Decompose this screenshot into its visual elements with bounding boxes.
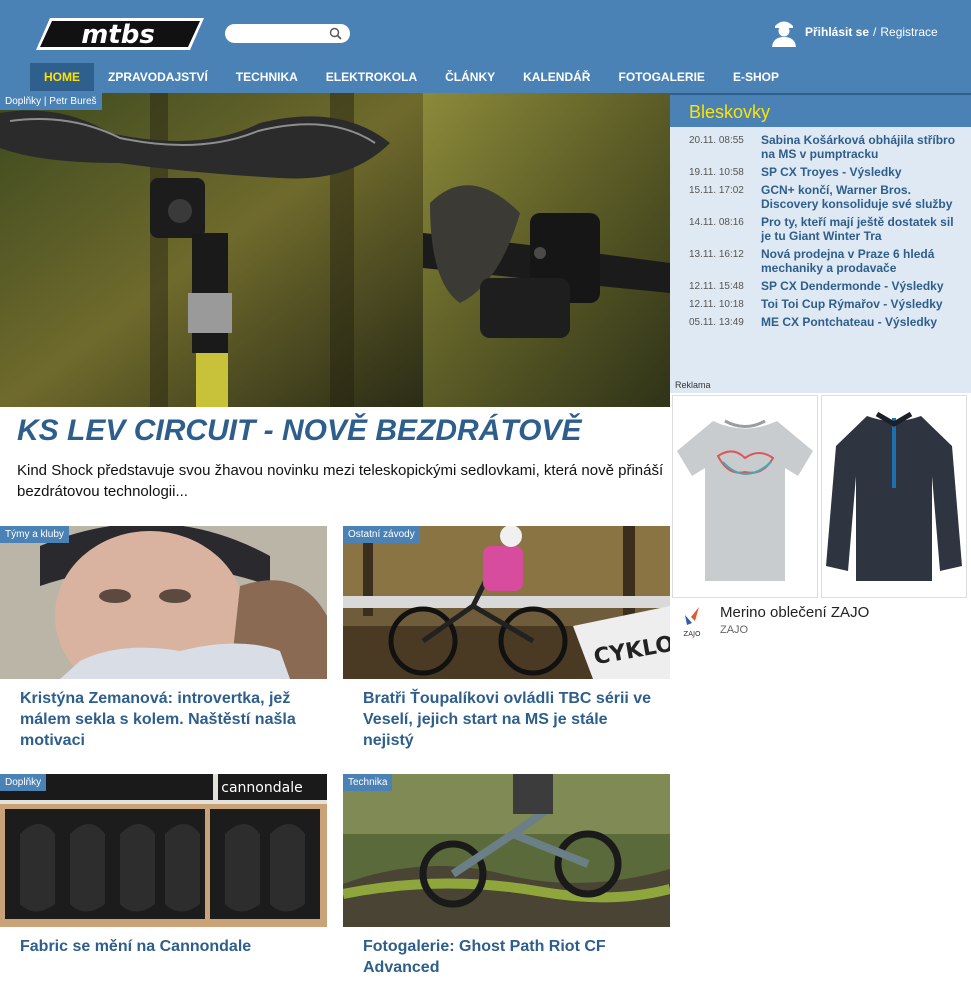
article-category-tag[interactable]: Ostatní závody bbox=[343, 526, 420, 543]
article-card[interactable]: Týmy a kluby Kristýna Zemanová: introver… bbox=[0, 526, 327, 751]
zajo-logo[interactable]: ZAJO bbox=[679, 603, 705, 639]
news-link[interactable]: GCN+ končí, Warner Bros. Discovery konso… bbox=[761, 183, 965, 211]
login-link[interactable]: Přihlásit se bbox=[805, 25, 869, 39]
article-card[interactable]: Technika Fotogalerie: Ghost Path Riot CF… bbox=[343, 774, 670, 978]
news-link[interactable]: SP CX Troyes - Výsledky bbox=[761, 165, 902, 179]
news-link[interactable]: Pro ty, kteří mají ještě dostatek sil je… bbox=[761, 215, 965, 243]
svg-text:ZAJO: ZAJO bbox=[683, 630, 701, 638]
article-title[interactable]: Kristýna Zemanová: introvertka, jež mále… bbox=[20, 688, 317, 751]
search-input[interactable] bbox=[233, 26, 325, 41]
user-icon[interactable] bbox=[768, 16, 800, 48]
news-date: 05.11. 13:49 bbox=[689, 317, 744, 328]
ad-brand: ZAJO bbox=[720, 624, 749, 636]
article-card[interactable]: Doplňky cannondale Fabric se mění na Can… bbox=[0, 774, 327, 957]
news-date: 20.11. 08:55 bbox=[689, 135, 744, 146]
news-link[interactable]: Nová prodejna v Praze 6 hledá mechaniky … bbox=[761, 247, 965, 275]
hero-title[interactable]: KS LEV CIRCUIT - NOVĚ BEZDRÁTOVĚ bbox=[17, 414, 582, 448]
svg-text:mtbs: mtbs bbox=[81, 20, 155, 50]
news-link[interactable]: ME CX Pontchateau - Výsledky bbox=[761, 315, 937, 329]
news-flash-sidebar: Bleskovky 20.11. 08:55 Sabina Košárková … bbox=[670, 93, 971, 393]
hero-image[interactable] bbox=[0, 93, 670, 407]
ad-label: Reklama bbox=[675, 380, 711, 390]
register-link[interactable]: Registrace bbox=[880, 25, 937, 39]
news-link[interactable]: Toi Toi Cup Rýmařov - Výsledky bbox=[761, 297, 943, 311]
news-date: 14.11. 08:16 bbox=[689, 217, 744, 228]
nav-item-kalendar[interactable]: KALENDÁŘ bbox=[509, 63, 604, 91]
nav-item-technika[interactable]: TECHNIKA bbox=[222, 63, 312, 91]
list-item[interactable]: 12.11. 10:18 Toi Toi Cup Rýmařov - Výsle… bbox=[670, 297, 971, 311]
ad-banner[interactable] bbox=[672, 393, 969, 599]
search-box bbox=[225, 24, 350, 43]
article-image[interactable]: Technika bbox=[343, 774, 670, 927]
login-separator: / bbox=[873, 25, 877, 39]
list-item[interactable]: 13.11. 16:12 Nová prodejna v Praze 6 hle… bbox=[670, 247, 971, 275]
news-date: 15.11. 17:02 bbox=[689, 185, 744, 196]
news-date: 13.11. 16:12 bbox=[689, 249, 744, 260]
news-link[interactable]: SP CX Dendermonde - Výsledky bbox=[761, 279, 944, 293]
main-nav: HOME ZPRAVODAJSTVÍ TECHNIKA ELEKTROKOLA … bbox=[30, 63, 793, 91]
list-item[interactable]: 14.11. 08:16 Pro ty, kteří mají ještě do… bbox=[670, 215, 971, 243]
mtbs-logo[interactable]: mtbs bbox=[30, 14, 206, 52]
article-category-tag[interactable]: Technika bbox=[343, 774, 393, 791]
article-card[interactable]: Ostatní závody CYKLOS Bratři Ťoupalíkovi… bbox=[343, 526, 670, 751]
ad-product-jacket[interactable] bbox=[821, 395, 967, 598]
article-title[interactable]: Fotogalerie: Ghost Path Riot CF Advanced bbox=[363, 936, 660, 978]
nav-item-home[interactable]: HOME bbox=[30, 63, 94, 91]
article-title[interactable]: Fabric se mění na Cannondale bbox=[20, 936, 317, 957]
list-item[interactable]: 12.11. 15:48 SP CX Dendermonde - Výsledk… bbox=[670, 279, 971, 293]
article-image[interactable]: Doplňky cannondale bbox=[0, 774, 327, 927]
search-icon[interactable] bbox=[329, 27, 342, 40]
hero-description: Kind Shock představuje svou žhavou novin… bbox=[17, 462, 664, 500]
list-item[interactable]: 05.11. 13:49 ME CX Pontchateau - Výsledk… bbox=[670, 315, 971, 329]
ad-product-tshirt[interactable] bbox=[672, 395, 818, 598]
nav-item-zpravodajstvi[interactable]: ZPRAVODAJSTVÍ bbox=[94, 63, 222, 91]
list-item[interactable]: 20.11. 08:55 Sabina Košárková obhájila s… bbox=[670, 133, 971, 161]
nav-item-elektrokola[interactable]: ELEKTROKOLA bbox=[312, 63, 431, 91]
brand-text: cannondale bbox=[221, 780, 302, 796]
account-links: Přihlásit se / Registrace bbox=[805, 25, 938, 39]
article-category-tag[interactable]: Týmy a kluby bbox=[0, 526, 69, 543]
list-item[interactable]: 15.11. 17:02 GCN+ končí, Warner Bros. Di… bbox=[670, 183, 971, 211]
article-title[interactable]: Bratři Ťoupalíkovi ovládli TBC sérii ve … bbox=[363, 688, 660, 751]
article-image[interactable]: Ostatní závody CYKLOS bbox=[343, 526, 670, 679]
nav-item-fotogalerie[interactable]: FOTOGALERIE bbox=[604, 63, 718, 91]
sidebar-title: Bleskovky bbox=[670, 93, 971, 127]
ad-title[interactable]: Merino oblečení ZAJO bbox=[720, 604, 869, 621]
news-flash-list: 20.11. 08:55 Sabina Košárková obhájila s… bbox=[670, 127, 971, 329]
nav-item-eshop[interactable]: E-SHOP bbox=[719, 63, 793, 91]
news-date: 19.11. 10:58 bbox=[689, 167, 744, 178]
list-item[interactable]: 19.11. 10:58 SP CX Troyes - Výsledky bbox=[670, 165, 971, 179]
site-header: mtbs Přihlásit se / Registrace HOME ZPRAVO… bbox=[0, 0, 971, 93]
nav-item-clanky[interactable]: ČLÁNKY bbox=[431, 63, 509, 91]
news-date: 12.11. 10:18 bbox=[689, 299, 744, 310]
hero-article[interactable]: Doplňky | Petr Bureš bbox=[0, 93, 670, 407]
hero-category-tag[interactable]: Doplňky | Petr Bureš bbox=[0, 93, 102, 110]
news-link[interactable]: Sabina Košárková obhájila stříbro na MS … bbox=[761, 133, 965, 161]
news-date: 12.11. 15:48 bbox=[689, 281, 744, 292]
article-category-tag[interactable]: Doplňky bbox=[0, 774, 47, 791]
article-image[interactable]: Týmy a kluby bbox=[0, 526, 327, 679]
